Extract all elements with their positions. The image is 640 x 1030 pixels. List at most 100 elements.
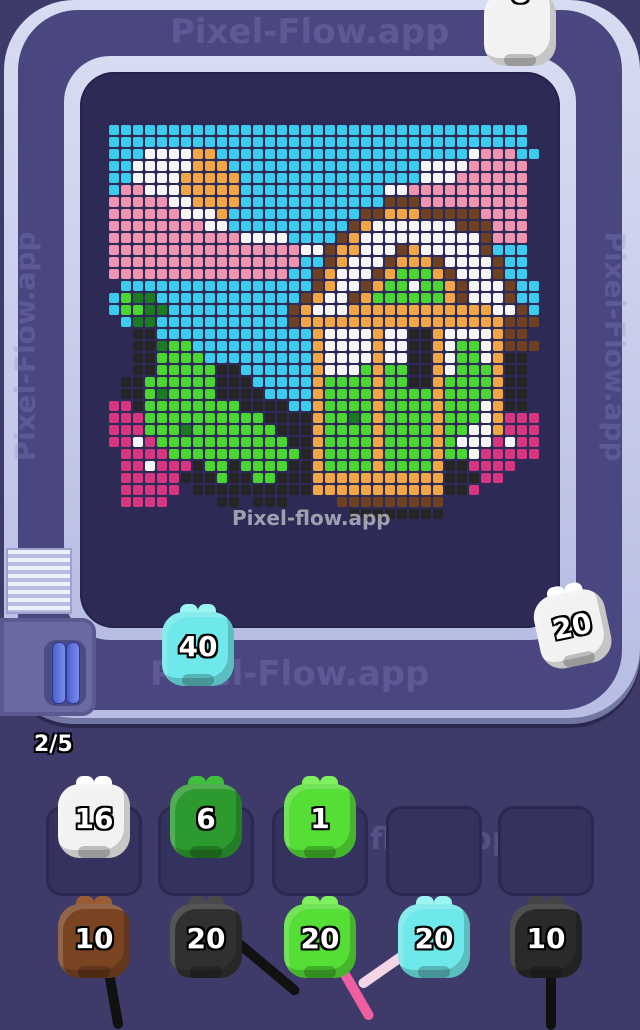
- pixel-cell: [313, 473, 323, 483]
- pixel-cell: [373, 329, 383, 339]
- pixel-cell: [145, 401, 155, 411]
- pixel-cell: [445, 437, 455, 447]
- pixel-cell: [289, 413, 299, 423]
- pixel-cell: [385, 137, 395, 147]
- pixel-cell: [229, 317, 239, 327]
- pixel-cell: [205, 293, 215, 303]
- pixel-cell: [469, 425, 479, 435]
- pixel-cell: [217, 269, 227, 279]
- pixel-cell: [409, 257, 419, 267]
- pixel-cell: [457, 209, 467, 219]
- pixel-cell: [385, 485, 395, 495]
- pixel-cell: [169, 341, 179, 351]
- pixel-cell: [205, 401, 215, 411]
- pixel-cell: [493, 353, 503, 363]
- pixel-cell: [145, 353, 155, 363]
- pixel-cell: [157, 137, 167, 147]
- pixel-cell: [469, 449, 479, 459]
- pig-feet: [182, 674, 214, 686]
- pixel-cell: [157, 329, 167, 339]
- pixel-cell: [325, 425, 335, 435]
- pixel-cell: [349, 317, 359, 327]
- pixel-cell: [445, 353, 455, 363]
- pixel-cell: [325, 149, 335, 159]
- pixel-cell: [433, 365, 443, 375]
- pixel-cell: [349, 209, 359, 219]
- pixel-cell: [301, 269, 311, 279]
- pixel-cell: [421, 209, 431, 219]
- pixel-cell: [289, 401, 299, 411]
- pixel-cell: [481, 161, 491, 171]
- pixel-cell: [409, 341, 419, 351]
- pixel-cell: [253, 365, 263, 375]
- pixel-cell: [205, 161, 215, 171]
- pixel-cell: [145, 149, 155, 159]
- holding-pig-2[interactable]: 6: [170, 776, 242, 860]
- pixel-cell: [397, 413, 407, 423]
- holding-slot-4[interactable]: [386, 806, 482, 896]
- queue-pig-3[interactable]: 20: [284, 896, 356, 980]
- pixel-cell: [169, 125, 179, 135]
- pixel-cell: [481, 149, 491, 159]
- pixel-cell: [133, 413, 143, 423]
- pixel-cell: [349, 161, 359, 171]
- pixel-cell: [457, 485, 467, 495]
- pixel-cell: [337, 353, 347, 363]
- pixel-cell: [505, 341, 515, 351]
- pixel-cell: [253, 413, 263, 423]
- pixel-cell: [121, 473, 131, 483]
- pixel-cell: [385, 173, 395, 183]
- pixel-cell: [517, 137, 527, 147]
- pixel-cell: [157, 173, 167, 183]
- pixel-cell: [157, 257, 167, 267]
- pixel-cell: [385, 449, 395, 459]
- pixel-cell: [133, 269, 143, 279]
- holding-slot-5[interactable]: [498, 806, 594, 896]
- pixel-cell: [457, 449, 467, 459]
- pixel-cell: [313, 485, 323, 495]
- pixel-cell: [169, 137, 179, 147]
- pixel-cell: [529, 437, 539, 447]
- holding-pig-3[interactable]: 1: [284, 776, 356, 860]
- pixel-cell: [205, 149, 215, 159]
- pixel-cell: [169, 449, 179, 459]
- pixel-cell: [361, 353, 371, 363]
- pixel-cell: [457, 149, 467, 159]
- queue-pig-2[interactable]: 20: [170, 896, 242, 980]
- pixel-cell: [421, 461, 431, 471]
- pixel-cell: [145, 209, 155, 219]
- pixel-cell: [349, 437, 359, 447]
- pixel-cell: [517, 233, 527, 243]
- queue-pig-5[interactable]: 10: [510, 896, 582, 980]
- queue-pig-4[interactable]: 20: [398, 896, 470, 980]
- pixel-cell: [121, 185, 131, 195]
- pixel-cell: [181, 257, 191, 267]
- pixel-cell: [205, 341, 215, 351]
- pixel-cell: [205, 461, 215, 471]
- pixel-cell: [205, 377, 215, 387]
- pixel-cell: [349, 413, 359, 423]
- pixel-cell: [229, 245, 239, 255]
- pixel-cell: [361, 317, 371, 327]
- pixel-cell: [349, 449, 359, 459]
- pixel-cell: [373, 245, 383, 255]
- queue-pig-1[interactable]: 10: [58, 896, 130, 980]
- pixel-cell: [253, 185, 263, 195]
- pixel-cell: [385, 317, 395, 327]
- gate-disc-2: [66, 642, 80, 704]
- pixel-cell: [181, 173, 191, 183]
- pixel-cell: [133, 437, 143, 447]
- pixel-cell: [241, 329, 251, 339]
- pixel-cell: [505, 269, 515, 279]
- pixel-cell: [313, 389, 323, 399]
- pixel-cell: [493, 449, 503, 459]
- conveyor-pig-bottom[interactable]: 40: [162, 604, 234, 688]
- pixel-cell: [109, 437, 119, 447]
- conveyor-pig-top[interactable]: 6: [484, 0, 556, 68]
- holding-pig-1[interactable]: 16: [58, 776, 130, 860]
- pixel-cell: [301, 365, 311, 375]
- pixel-cell: [169, 353, 179, 363]
- pixel-cell: [397, 437, 407, 447]
- pixel-cell: [205, 137, 215, 147]
- pixel-cell: [145, 413, 155, 423]
